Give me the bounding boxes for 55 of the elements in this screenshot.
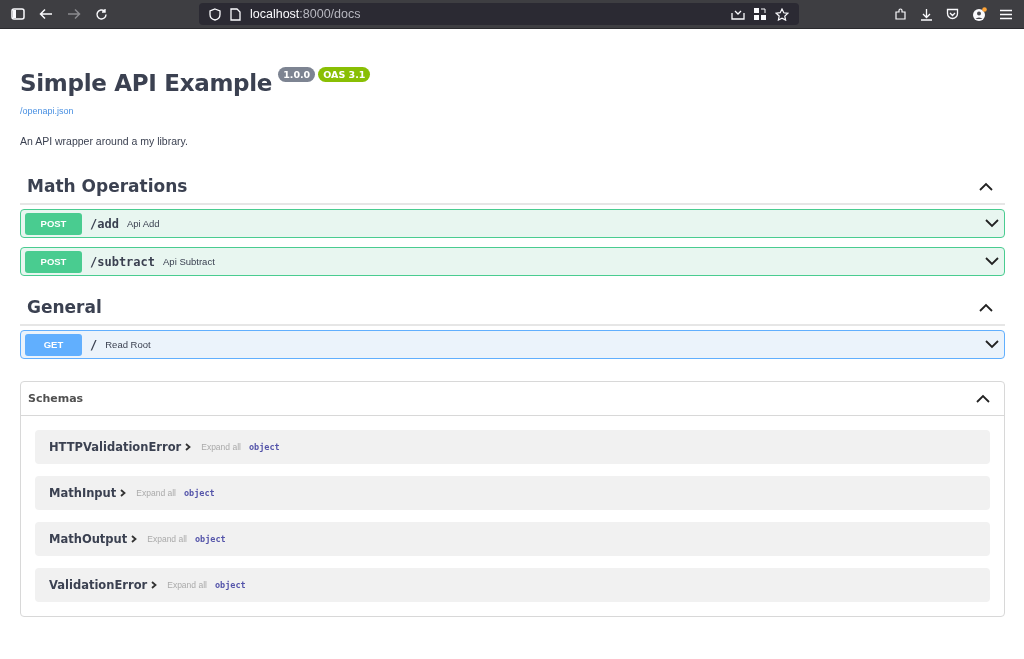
oas-badge: OAS 3.1 bbox=[318, 67, 371, 82]
pocket-icon[interactable] bbox=[946, 8, 959, 20]
operation-row[interactable]: POST /add Api Add bbox=[20, 209, 1005, 238]
grid-icon[interactable] bbox=[754, 8, 766, 20]
url-text[interactable]: localhost:8000/docs bbox=[250, 7, 361, 21]
reload-icon[interactable] bbox=[95, 7, 108, 21]
caret-up-icon[interactable] bbox=[979, 181, 993, 191]
method-badge: POST bbox=[25, 250, 82, 273]
schema-row[interactable]: MathInput Expand all object bbox=[35, 476, 990, 510]
schema-type: object bbox=[214, 580, 246, 590]
download-icon[interactable] bbox=[920, 7, 933, 21]
chevron-right-icon[interactable] bbox=[151, 581, 158, 589]
method-badge: GET bbox=[25, 333, 82, 356]
menu-icon[interactable] bbox=[1000, 8, 1012, 20]
schema-type: object bbox=[248, 442, 280, 452]
spec-link[interactable]: /openapi.json bbox=[20, 106, 74, 116]
schema-row[interactable]: MathOutput Expand all object bbox=[35, 522, 990, 556]
address-bar[interactable]: localhost:8000/docs bbox=[199, 3, 799, 25]
schema-type: object bbox=[194, 534, 226, 544]
endpoint-path: / bbox=[90, 337, 98, 352]
back-icon[interactable] bbox=[39, 8, 53, 20]
endpoint-path: /add bbox=[90, 216, 119, 231]
star-icon[interactable] bbox=[775, 7, 789, 21]
endpoint-summary: Api Add bbox=[126, 218, 160, 229]
tag-heading[interactable]: General bbox=[27, 297, 102, 317]
page-icon bbox=[230, 7, 241, 21]
version-badge: 1.0.0 bbox=[278, 67, 316, 82]
endpoint-summary: Read Root bbox=[105, 339, 151, 350]
api-title: Simple API Example bbox=[20, 69, 273, 98]
api-description: An API wrapper around a my library. bbox=[20, 135, 189, 147]
chevron-down-icon[interactable] bbox=[985, 340, 999, 349]
caret-up-icon[interactable] bbox=[976, 394, 990, 403]
endpoint-path: /subtract bbox=[90, 254, 156, 269]
chevron-down-icon[interactable] bbox=[985, 257, 999, 266]
schema-row[interactable]: HTTPValidationError Expand all object bbox=[35, 430, 990, 464]
chevron-right-icon[interactable] bbox=[185, 443, 192, 451]
method-badge: POST bbox=[25, 212, 82, 235]
tag-heading[interactable]: Math Operations bbox=[27, 176, 188, 196]
caret-up-icon[interactable] bbox=[979, 302, 993, 312]
schema-row[interactable]: ValidationError Expand all object bbox=[35, 568, 990, 602]
operation-row[interactable]: POST /subtract Api Subtract bbox=[20, 247, 1005, 276]
endpoint-summary: Api Subtract bbox=[163, 256, 215, 267]
schema-name[interactable]: MathOutput bbox=[49, 532, 128, 546]
schemas-heading[interactable]: Schemas bbox=[28, 392, 84, 405]
shield-icon[interactable] bbox=[209, 7, 221, 21]
tray-icon[interactable] bbox=[731, 8, 745, 20]
schema-name[interactable]: HTTPValidationError bbox=[49, 440, 182, 454]
account-icon[interactable] bbox=[972, 6, 987, 22]
schema-name[interactable]: MathInput bbox=[49, 486, 117, 500]
schema-name[interactable]: ValidationError bbox=[49, 578, 148, 592]
chevron-down-icon[interactable] bbox=[985, 219, 999, 228]
sidebar-icon[interactable] bbox=[11, 8, 25, 20]
chevron-right-icon[interactable] bbox=[120, 489, 127, 497]
chevron-right-icon[interactable] bbox=[131, 535, 138, 543]
schema-type: object bbox=[184, 488, 215, 498]
